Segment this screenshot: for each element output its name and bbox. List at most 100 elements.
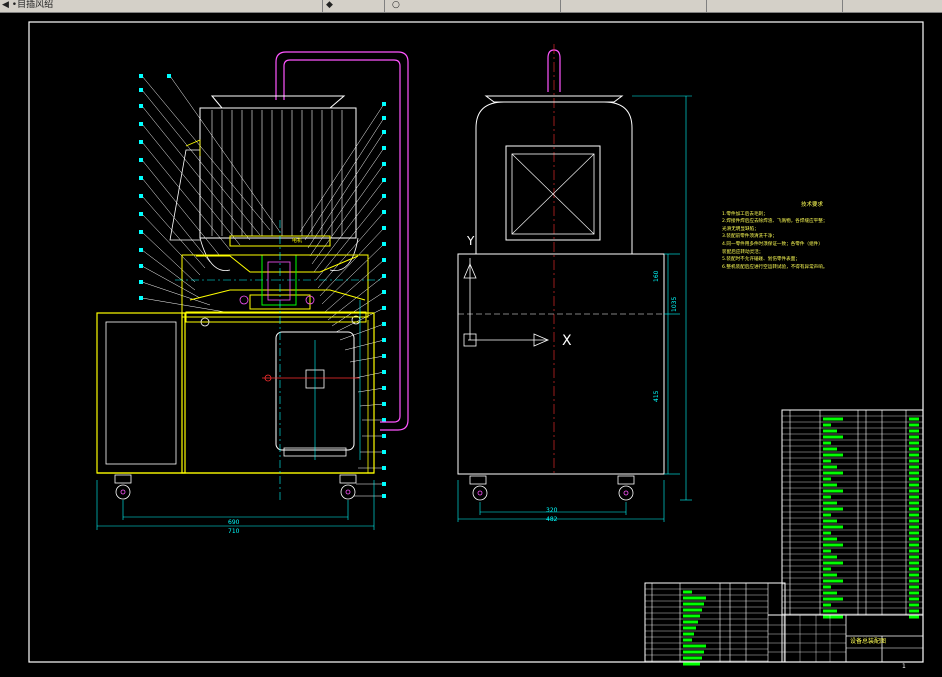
technical-note-line: 光滑无明显缺陷； <box>722 226 759 232</box>
tab-separator <box>706 0 707 12</box>
dim-overall-width-front: 710 <box>228 528 240 535</box>
chute-door <box>185 139 201 156</box>
side-view <box>457 44 692 522</box>
side-caster-left <box>469 475 488 501</box>
upper-frame <box>181 254 369 318</box>
parts-row-material <box>909 555 919 559</box>
tab-item-tools[interactable]: ◆ <box>326 0 376 11</box>
parts-row-text <box>823 591 837 595</box>
parts-row-material <box>909 561 919 565</box>
parts-row-text <box>823 609 837 613</box>
parts-row-text <box>683 620 698 624</box>
parts-row-material <box>909 423 919 427</box>
parts-row-material <box>909 459 919 463</box>
tab-item-color[interactable] <box>610 0 700 11</box>
parts-row-material <box>909 477 919 481</box>
parts-row-text <box>823 585 831 589</box>
tab-item-lineweight[interactable] <box>848 0 928 11</box>
parts-row-text <box>683 602 704 606</box>
parts-row-text <box>683 644 706 648</box>
parts-row-text <box>823 561 843 565</box>
parts-row-text <box>823 537 837 541</box>
technical-note-line: 2.焊接件焊后应去除焊渣、飞溅物，各焊缝应平整； <box>722 219 828 225</box>
parts-row-text <box>823 513 831 517</box>
parts-row-material <box>909 447 919 451</box>
technical-note-line: 装配后应转动灵活； <box>722 249 764 255</box>
parts-row-text <box>823 417 843 421</box>
back-icon: ◀ <box>2 0 9 10</box>
parts-row-text <box>823 501 837 505</box>
parts-row-text <box>823 423 831 427</box>
parts-row-material <box>909 501 919 505</box>
tab-separator <box>842 0 843 12</box>
parts-row-text <box>823 525 843 529</box>
parts-row-material <box>909 549 919 553</box>
side-dimensions <box>457 95 692 522</box>
parts-row-text <box>683 650 704 654</box>
parts-row-material <box>909 609 919 613</box>
technical-note-line: 6.整机装配后应进行空运转试验，不得有异常声响。 <box>722 264 828 270</box>
cabinet-left <box>96 312 186 474</box>
leader-lines-left <box>141 75 281 313</box>
parts-row-text <box>823 447 837 451</box>
side-cabinet <box>457 253 665 475</box>
parts-row-material <box>909 495 919 499</box>
tab-item-drawing[interactable]: ◀ •目插风绍 <box>2 0 80 11</box>
parts-row-text <box>823 573 837 577</box>
parts-row-text <box>823 567 831 571</box>
parts-row-text <box>683 608 702 612</box>
tab-item-linetype[interactable] <box>754 0 834 11</box>
parts-row-text <box>823 429 837 433</box>
parts-row-material <box>909 429 919 433</box>
sheet-number: 1 <box>902 663 906 670</box>
parts-row-text <box>823 441 831 445</box>
parts-row-text <box>823 603 831 607</box>
parts-row-material <box>909 465 919 469</box>
parts-row-text <box>683 614 700 618</box>
parts-row-material <box>909 507 919 511</box>
parts-row-material <box>909 531 919 535</box>
parts-row-text <box>823 615 843 619</box>
parts-row-material <box>909 471 919 475</box>
y-axis-label: Y <box>467 234 475 248</box>
parts-row-text <box>823 579 843 583</box>
parts-row-material <box>909 573 919 577</box>
dim-inner-width-front: 690 <box>228 519 240 526</box>
cad-drawing-canvas[interactable]: 690 710 电机 Y X 320 482 160 415 1035 技术要求… <box>0 12 942 677</box>
parts-row-material <box>909 597 919 601</box>
parts-row-text <box>683 632 694 636</box>
parts-row-material <box>909 567 919 571</box>
parts-row-text <box>823 495 831 499</box>
technical-notes: 技术要求 1.零件加工后去毛刺； 2.焊接件焊后应去除焊渣、飞溅物，各焊缝应平整… <box>722 202 902 271</box>
dim-side-total-height: 1035 <box>671 296 678 312</box>
parts-row-text <box>823 465 837 469</box>
dim-side-inner-width: 320 <box>546 507 558 514</box>
parts-row-text <box>823 489 843 493</box>
tab-separator <box>322 0 323 12</box>
motor-label: 电机 <box>292 238 303 244</box>
technical-note-line: 3.装配前零件须清洗干净； <box>722 234 777 240</box>
parts-row-material <box>909 591 919 595</box>
layer-icon: ◆ <box>326 0 333 10</box>
parts-row-material <box>909 441 919 445</box>
leader-dots-right <box>382 102 386 498</box>
parts-row-text <box>823 477 831 481</box>
main-drum <box>199 107 357 239</box>
x-axis-label: X <box>562 333 572 349</box>
front-view <box>96 51 409 530</box>
tab-separator <box>384 0 385 12</box>
parts-row-material <box>909 513 919 517</box>
parts-row-text <box>823 555 837 559</box>
parts-row-material <box>909 453 919 457</box>
parts-row-material <box>909 435 919 439</box>
parts-row-material <box>909 579 919 583</box>
technical-note-line: 4.同一零件用多件时须保证一致；各零件（组件） <box>722 241 823 247</box>
dim-side-upper-height: 160 <box>653 270 660 282</box>
tab-item-layer[interactable]: ○ <box>392 0 492 11</box>
parts-row-text <box>823 435 843 439</box>
parts-row-material <box>909 417 919 421</box>
parts-row-material <box>909 585 919 589</box>
parts-row-text <box>823 519 837 523</box>
drawing-name: 设备总装配图 <box>850 638 887 645</box>
parts-row-text <box>823 549 831 553</box>
